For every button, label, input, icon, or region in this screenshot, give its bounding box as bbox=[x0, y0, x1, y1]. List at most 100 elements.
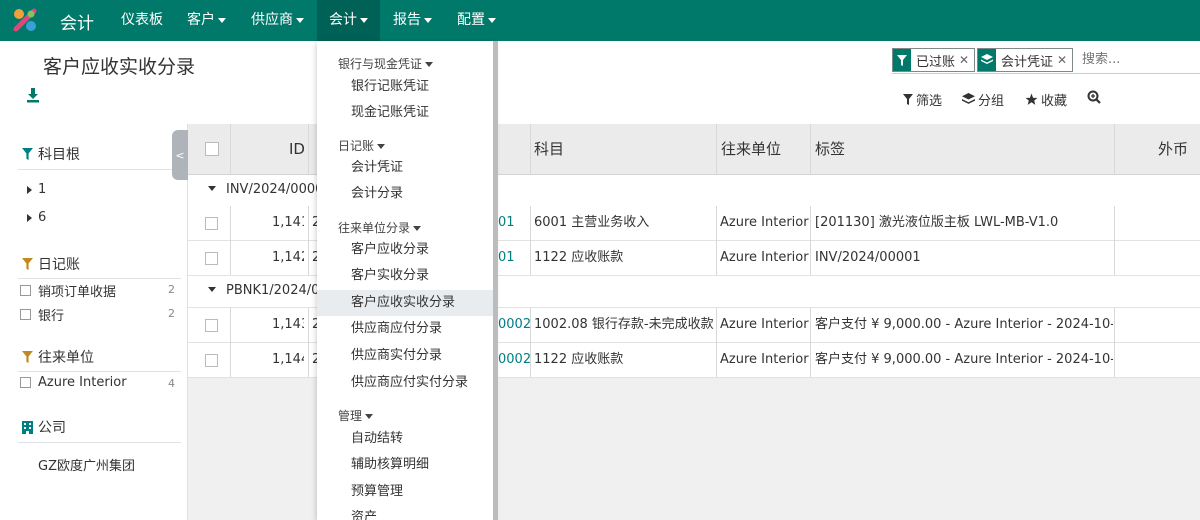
download-icon[interactable] bbox=[26, 87, 40, 103]
section-title: 往来单位 bbox=[38, 350, 94, 366]
divider bbox=[18, 371, 181, 372]
caret-right-icon bbox=[27, 185, 32, 194]
cell-label: 客户支付 ¥ 9,000.00 - Azure Interior - 2024-… bbox=[815, 352, 1113, 367]
app-logo-icon[interactable] bbox=[12, 7, 38, 33]
menu-item-label: 供应商应付分录 bbox=[351, 321, 443, 336]
col-divider bbox=[230, 308, 231, 377]
search-input[interactable] bbox=[1082, 49, 1200, 69]
checkbox[interactable] bbox=[20, 285, 31, 296]
filter-button[interactable]: 筛选 bbox=[903, 90, 942, 109]
journal-bank[interactable]: 银行 bbox=[20, 305, 64, 324]
caret-down-icon bbox=[413, 226, 422, 231]
cell-label: INV/2024/00001 bbox=[815, 250, 921, 265]
section-title: 日记账 bbox=[38, 257, 80, 273]
group-by-button[interactable]: 分组 bbox=[962, 90, 1004, 109]
menu-item-vendor-payable[interactable]: 供应商应付分录 bbox=[317, 316, 493, 342]
col-divider bbox=[308, 124, 309, 174]
cell-account: 1122 应收账款 bbox=[534, 352, 624, 367]
menu-item-auto-transfer[interactable]: 自动结转 bbox=[317, 426, 493, 452]
dropdown-section-header: 往来单位分录 bbox=[338, 219, 422, 236]
menu-customers[interactable]: 客户 bbox=[187, 0, 226, 41]
accounting-dropdown-menu: 银行与现金凭证 银行记账凭证 现金记账凭证 日记账 会计凭证 会计分录 往来单位… bbox=[317, 41, 494, 520]
menu-item-bank-voucher[interactable]: 银行记账凭证 bbox=[317, 74, 493, 100]
app-name[interactable]: 会计 bbox=[60, 9, 94, 34]
dropdown-scrollbar[interactable] bbox=[493, 41, 498, 520]
section-company: 公司 bbox=[22, 417, 66, 437]
col-divider bbox=[1114, 206, 1115, 275]
collapse-sidebar-button[interactable]: < bbox=[172, 130, 188, 180]
menu-dashboard[interactable]: 仪表板 bbox=[121, 0, 163, 41]
search-underline bbox=[892, 73, 1200, 74]
company-label: GZ欧度广州集团 bbox=[38, 459, 135, 474]
layers-icon bbox=[978, 49, 996, 71]
favorites-button[interactable]: 收藏 bbox=[1025, 90, 1067, 109]
close-icon[interactable]: ✕ bbox=[959, 53, 974, 67]
select-all-checkbox[interactable] bbox=[205, 142, 219, 156]
cell-label: 客户支付 ¥ 9,000.00 - Azure Interior - 2024-… bbox=[815, 317, 1113, 332]
col-divider bbox=[308, 308, 309, 377]
partner-azure-interior[interactable]: Azure Interior bbox=[20, 375, 127, 390]
menu-item-customer-received[interactable]: 客户实收分录 bbox=[317, 263, 493, 289]
menu-reports[interactable]: 报告 bbox=[393, 0, 432, 41]
checkbox[interactable] bbox=[20, 377, 31, 388]
menu-label: 会计 bbox=[329, 12, 357, 28]
menu-item-label: 会计凭证 bbox=[351, 160, 404, 175]
menu-item-vendor-paid[interactable]: 供应商实付分录 bbox=[317, 343, 493, 369]
menu-label: 客户 bbox=[187, 12, 215, 28]
company-item[interactable]: GZ欧度广州集团 bbox=[38, 455, 135, 474]
menu-item-assets[interactable]: 资产 bbox=[317, 505, 493, 520]
cell-move[interactable]: 01 bbox=[498, 241, 515, 275]
menu-item-vendor-payable-paid[interactable]: 供应商应付实付分录 bbox=[317, 370, 493, 396]
row-checkbox[interactable] bbox=[205, 217, 218, 230]
col-divider bbox=[716, 124, 717, 174]
filter-icon bbox=[893, 49, 911, 71]
col-foreign-amount[interactable]: 外币金 bbox=[1158, 124, 1200, 208]
menu-item-label: 供应商应付实付分录 bbox=[351, 375, 469, 390]
facet-label: 会计凭证 bbox=[1001, 54, 1054, 70]
menu-item-label: 客户应收实收分录 bbox=[351, 295, 456, 310]
menu-item-customer-receivable-received[interactable]: 客户应收实收分录 bbox=[317, 290, 493, 316]
building-icon bbox=[22, 420, 33, 434]
tree-item-6[interactable]: 6 bbox=[27, 210, 46, 225]
col-partner[interactable]: 往来单位 bbox=[721, 124, 781, 174]
col-divider bbox=[530, 206, 531, 275]
caret-down-icon bbox=[208, 287, 216, 292]
close-icon[interactable]: ✕ bbox=[1057, 53, 1072, 67]
col-label[interactable]: 标签 bbox=[815, 124, 845, 174]
tree-label: 1 bbox=[38, 182, 47, 197]
menu-item-cash-voucher[interactable]: 现金记账凭证 bbox=[317, 100, 493, 126]
search-options-button[interactable] bbox=[1087, 90, 1104, 104]
top-navbar: 会计 仪表板 客户 供应商 会计 报告 配置 bbox=[0, 0, 1200, 41]
group-label: PBNK1/2024/0 bbox=[226, 283, 320, 298]
menu-item-journal-items[interactable]: 会计分录 bbox=[317, 181, 493, 207]
cell-account: 6001 主营业务收入 bbox=[534, 215, 650, 230]
cell-move[interactable]: 0002 bbox=[498, 343, 531, 377]
col-divider bbox=[230, 206, 231, 275]
cell-move[interactable]: 01 bbox=[498, 206, 515, 240]
search-panel: 科目根 1 6 日记账 销项订单收据 2 银行 2 往来单位 Azure Int… bbox=[0, 124, 188, 520]
col-id[interactable]: ID bbox=[289, 124, 305, 174]
cell-partner: Azure Interior bbox=[720, 250, 809, 265]
menu-item-budget[interactable]: 预算管理 bbox=[317, 479, 493, 505]
cell-partner: Azure Interior bbox=[720, 215, 809, 230]
row-checkbox[interactable] bbox=[205, 252, 218, 265]
tree-item-1[interactable]: 1 bbox=[27, 182, 46, 197]
caret-down-icon bbox=[488, 17, 496, 23]
checkbox[interactable] bbox=[20, 309, 31, 320]
row-checkbox[interactable] bbox=[205, 354, 218, 367]
menu-configuration[interactable]: 配置 bbox=[457, 0, 496, 41]
filter-icon bbox=[22, 351, 33, 363]
menu-label: 报告 bbox=[393, 12, 421, 28]
menu-item-customer-receivable[interactable]: 客户应收分录 bbox=[317, 237, 493, 263]
menu-item-label: 资产 bbox=[351, 510, 378, 520]
menu-item-journal-entries[interactable]: 会计凭证 bbox=[317, 155, 493, 181]
menu-item-analytic-detail[interactable]: 辅助核算明细 bbox=[317, 452, 493, 478]
cell-move[interactable]: 0002 bbox=[498, 308, 531, 342]
star-icon bbox=[1025, 93, 1038, 105]
row-checkbox[interactable] bbox=[205, 319, 218, 332]
menu-vendors[interactable]: 供应商 bbox=[251, 0, 304, 41]
journal-sales-receipts[interactable]: 销项订单收据 bbox=[20, 281, 116, 300]
section-partner: 往来单位 bbox=[22, 347, 94, 367]
col-account[interactable]: 科目 bbox=[534, 124, 564, 174]
menu-accounting[interactable]: 会计 bbox=[317, 0, 380, 41]
